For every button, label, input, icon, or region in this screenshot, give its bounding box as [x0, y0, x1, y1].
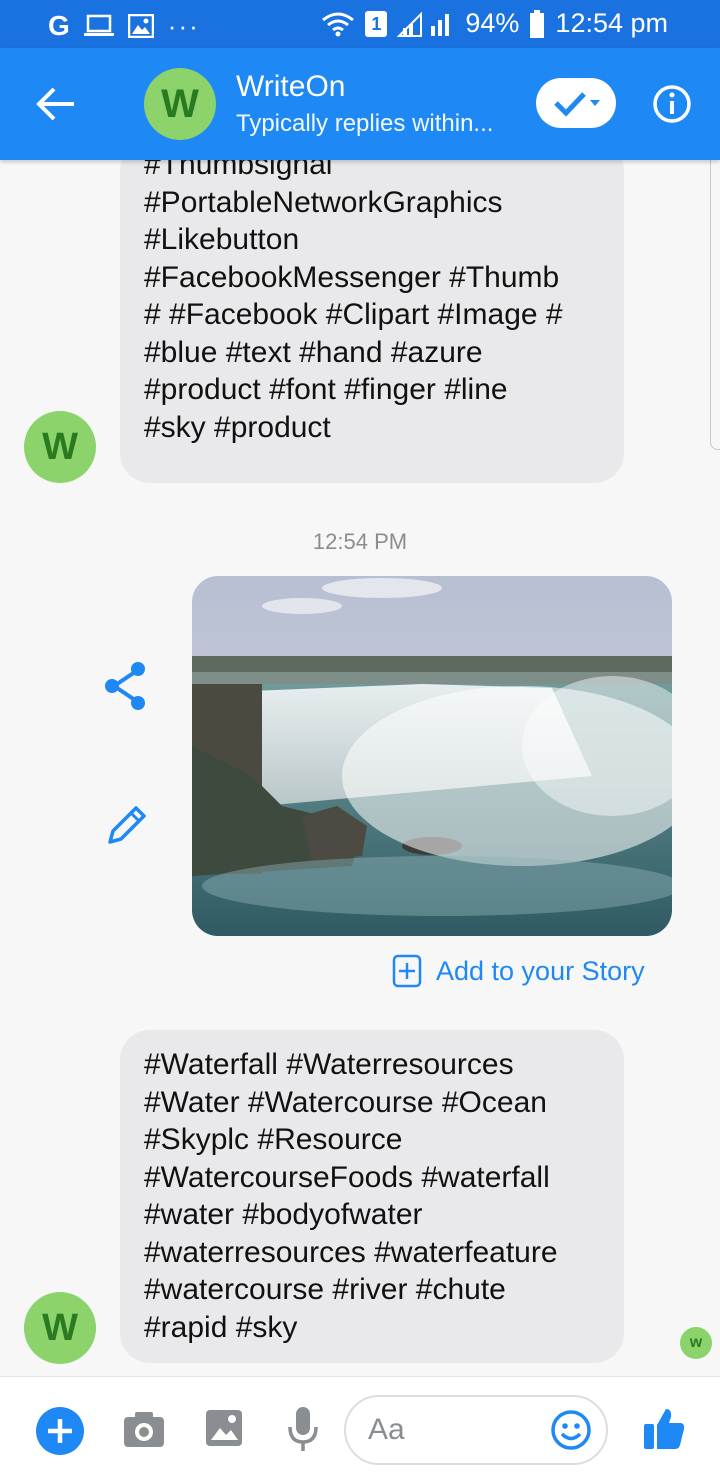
signal-icon [397, 11, 450, 37]
thumbs-up-icon[interactable] [642, 1405, 686, 1451]
clock: 12:54 pm [555, 8, 668, 38]
emoji-icon[interactable] [550, 1409, 592, 1451]
plus-icon [48, 1419, 72, 1443]
composer-bar [0, 1376, 720, 1480]
wifi-icon [322, 12, 355, 36]
status-bar: G ··· 1 94% 12:54 pm [0, 0, 720, 48]
message-timestamp: 12:54 PM [312, 529, 408, 554]
sender-avatar[interactable]: W [24, 1292, 96, 1364]
more-notifications-icon: ··· [167, 10, 200, 41]
contact-status: Typically replies within... [236, 110, 494, 137]
back-arrow-icon[interactable] [34, 84, 78, 124]
sender-avatar[interactable]: W [24, 411, 96, 483]
conversation-header: W WriteOn Typically replies within... [0, 48, 720, 160]
waterfall-image [192, 576, 672, 936]
pencil-icon[interactable] [104, 802, 150, 848]
sim-badge: 1 [365, 10, 388, 37]
check-dropdown-button[interactable] [536, 78, 616, 128]
add-to-story-link[interactable]: Add to your Story [392, 954, 645, 988]
more-actions-button[interactable] [36, 1407, 84, 1455]
seen-indicator-avatar: w [680, 1327, 712, 1359]
image-icon [127, 14, 154, 38]
microphone-icon[interactable] [286, 1405, 320, 1453]
share-icon[interactable] [102, 660, 150, 712]
contact-avatar[interactable]: W [144, 68, 216, 140]
message-bubble[interactable]: #Waterfall #Waterresources #Water #Water… [120, 1030, 624, 1363]
add-story-icon [392, 954, 422, 988]
message-list[interactable]: #Thumbsignal #PortableNetworkGraphics #L… [0, 160, 720, 1376]
camera-icon[interactable] [122, 1409, 166, 1449]
battery-icon [530, 9, 545, 38]
waterfall-photo[interactable] [192, 576, 672, 936]
contact-name[interactable]: WriteOn [236, 70, 345, 104]
google-g-icon: G [48, 10, 70, 41]
scrollbar[interactable] [710, 160, 720, 450]
gallery-icon[interactable] [204, 1407, 244, 1449]
laptop-icon [83, 14, 114, 36]
info-icon[interactable] [652, 84, 692, 124]
add-to-story-label: Add to your Story [436, 955, 645, 986]
battery-percent: 94% [465, 8, 520, 38]
checkmark-icon [554, 92, 600, 117]
message-bubble[interactable]: #Thumbsignal #PortableNetworkGraphics #L… [120, 160, 624, 483]
